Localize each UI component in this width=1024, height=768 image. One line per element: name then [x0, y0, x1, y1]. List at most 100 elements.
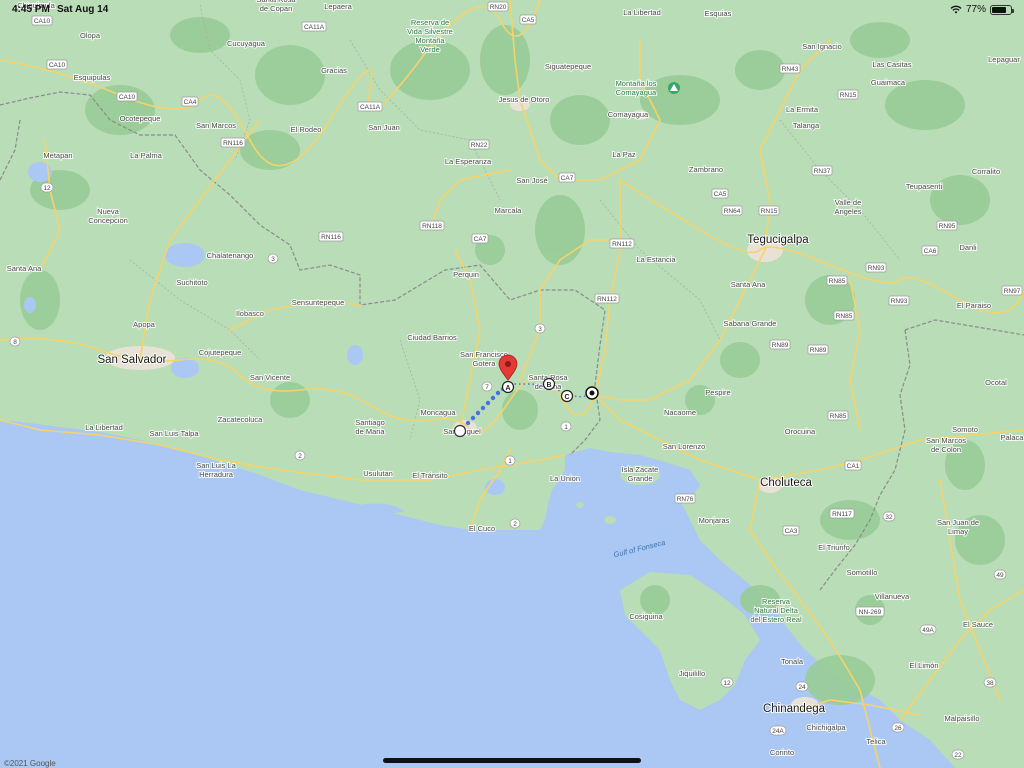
- place-label-san-ignacio[interactable]: San Ignacio: [801, 41, 843, 52]
- place-label-danli[interactable]: Danli: [958, 242, 977, 253]
- place-label-tegucigalpa[interactable]: Tegucigalpa: [746, 233, 810, 247]
- place-label-la-union[interactable]: La Union: [549, 473, 581, 484]
- svg-text:2: 2: [513, 521, 517, 528]
- place-label-san-luis-talpa[interactable]: San Luis Talpa: [148, 428, 200, 439]
- road-shield-rn22: RN22: [468, 139, 490, 150]
- place-label-usulutan[interactable]: Usulutan: [362, 468, 394, 479]
- place-label-nacaome[interactable]: Nacaome: [663, 407, 697, 418]
- place-label-palacag[interactable]: Palaca: [1000, 432, 1024, 443]
- place-label-ocotepeque[interactable]: Ocotepeque: [119, 113, 162, 124]
- route-origin-marker[interactable]: [453, 424, 467, 438]
- place-label-el-limon[interactable]: El Limón: [908, 660, 939, 671]
- place-label-san-luis-herradura[interactable]: San Luis La Herradura: [195, 460, 237, 480]
- place-label-el-cuco[interactable]: El Cuco: [468, 523, 496, 534]
- place-label-talanga[interactable]: Talanga: [792, 120, 821, 131]
- place-label-cosiguina[interactable]: Cosiguina: [628, 611, 664, 622]
- place-label-moncagua[interactable]: Moncagua: [419, 407, 457, 418]
- place-label-el-transito[interactable]: El Tránsito: [411, 470, 448, 481]
- place-label-san-vicente[interactable]: San Vicente: [249, 372, 291, 383]
- place-label-somotillo[interactable]: Somotillo: [846, 567, 879, 578]
- route-destination-marker[interactable]: [585, 386, 599, 400]
- place-label-san-jose[interactable]: San José: [515, 175, 548, 186]
- place-label-ilobasco[interactable]: Ilobasco: [235, 308, 265, 319]
- waypoint-b-marker[interactable]: B: [542, 377, 556, 391]
- place-label-la-esperanza[interactable]: La Esperanza: [444, 156, 493, 167]
- place-label-jiquilillo[interactable]: Jiquilillo: [678, 668, 706, 679]
- place-label-monjaras[interactable]: Monjaras: [698, 515, 731, 526]
- place-label-chalatenango[interactable]: Chalatenango: [206, 250, 255, 261]
- place-label-metapan[interactable]: Metapan: [42, 150, 73, 161]
- waypoint-c-marker[interactable]: C: [560, 389, 574, 403]
- place-label-san-marcos-colon[interactable]: San Marcos de Colon: [925, 435, 967, 455]
- road-shield-r2-b: 2: [509, 518, 521, 529]
- place-label-el-rodeo[interactable]: El Rodeo: [290, 124, 323, 135]
- place-label-santa-ana[interactable]: Santa Ana: [6, 263, 43, 274]
- place-label-el-triunfo[interactable]: El Triunfo: [817, 542, 851, 553]
- road-shield-r1-a: 1: [504, 455, 516, 466]
- home-indicator[interactable]: [383, 758, 641, 763]
- place-label-esquipulas[interactable]: Esquipulas: [73, 72, 112, 83]
- park-icon[interactable]: [668, 82, 680, 94]
- place-label-ocotal[interactable]: Ocotal: [984, 377, 1008, 388]
- place-label-villanueva[interactable]: Villanueva: [874, 591, 911, 602]
- svg-text:CA5: CA5: [714, 191, 727, 198]
- place-label-ciudad-barrios[interactable]: Ciudad Barrios: [406, 332, 458, 343]
- place-label-siguatepeque[interactable]: Siguatepeque: [544, 61, 592, 72]
- road-shield-r32: 32: [882, 511, 896, 522]
- place-label-valle-de-angeles[interactable]: Valle de Angeles: [833, 197, 862, 217]
- place-label-tonala[interactable]: Tonala: [780, 656, 805, 667]
- place-label-marcala[interactable]: Marcala: [494, 205, 524, 216]
- place-label-sensuntepeque[interactable]: Sensuntepeque: [291, 297, 346, 308]
- place-label-malpaisillo[interactable]: Malpaisillo: [943, 713, 980, 724]
- status-bar: 4:45 PM Sat Aug 14 77%: [0, 0, 1024, 18]
- place-label-san-lorenzo[interactable]: San Lorenzo: [662, 441, 707, 452]
- place-label-corralito[interactable]: Corralito: [971, 166, 1001, 177]
- place-label-comayagua[interactable]: Comayagua: [607, 109, 650, 120]
- place-label-la-libertad[interactable]: La Libertad: [84, 422, 124, 433]
- place-label-suchitoto[interactable]: Suchitoto: [175, 277, 208, 288]
- place-label-san-juan[interactable]: San Juan: [367, 122, 401, 133]
- place-label-perquin[interactable]: Perquin: [452, 269, 480, 280]
- map-canvas[interactable]: CA10CA10CA10CA4CA11ACA11ARN116RN116RN20C…: [0, 0, 1024, 768]
- place-label-guaimaca[interactable]: Guaimaca: [870, 77, 907, 88]
- place-label-el-paraiso[interactable]: El Paraiso: [956, 300, 992, 311]
- place-label-gracias[interactable]: Gracias: [320, 65, 348, 76]
- svg-text:RN76: RN76: [677, 496, 694, 503]
- place-label-la-ermita[interactable]: La Ermita: [785, 104, 820, 115]
- place-label-la-palma[interactable]: La Palma: [129, 150, 164, 161]
- svg-text:C: C: [564, 394, 569, 401]
- place-label-la-estancia[interactable]: La Estancia: [635, 254, 677, 265]
- place-label-cojutepeque[interactable]: Cojutepeque: [198, 347, 243, 358]
- place-label-pespire[interactable]: Pespire: [704, 387, 731, 398]
- place-label-las-casitas[interactable]: Las Casitas: [871, 59, 912, 70]
- place-label-chichigalpa[interactable]: Chichigalpa: [805, 722, 847, 733]
- place-label-somoto[interactable]: Somoto: [951, 424, 979, 435]
- place-label-corinto[interactable]: Corinto: [769, 747, 795, 758]
- road-shield-rn15-a: RN15: [758, 205, 780, 216]
- place-label-lepaguare[interactable]: Lepaguar: [987, 54, 1021, 65]
- place-label-sabana-grande[interactable]: Sabana Grande: [723, 318, 778, 329]
- place-label-telica[interactable]: Telica: [865, 736, 887, 747]
- place-label-santa-ana-hn[interactable]: Santa Ana: [730, 279, 767, 290]
- place-label-montana-comayagua[interactable]: Montaña los Comayagua: [615, 78, 658, 98]
- road-shield-r22: 22: [951, 749, 965, 760]
- place-label-teupasenti[interactable]: Teupasenti: [905, 181, 944, 192]
- place-label-santiago-de-maria[interactable]: Santiago de Maria: [354, 417, 386, 437]
- road-shield-ca10-a: CA10: [46, 59, 68, 70]
- place-label-choluteca[interactable]: Choluteca: [759, 476, 813, 490]
- place-label-zambrano[interactable]: Zambrano: [688, 164, 724, 175]
- place-label-san-marcos[interactable]: San Marcos: [195, 120, 237, 131]
- place-label-olopa[interactable]: Olopa: [79, 30, 102, 41]
- place-label-apopa[interactable]: Apopa: [132, 319, 157, 330]
- waypoint-a-marker[interactable]: A: [501, 380, 515, 394]
- place-label-san-salvador[interactable]: San Salvador: [96, 353, 167, 367]
- svg-text:RN117: RN117: [832, 511, 852, 518]
- road-shield-rn76: RN76: [674, 493, 696, 504]
- place-label-zacatecoluca[interactable]: Zacatecoluca: [217, 414, 264, 425]
- place-label-chinandega[interactable]: Chinandega: [762, 702, 827, 716]
- place-label-el-sauce[interactable]: El Sauce: [962, 619, 994, 630]
- place-label-jesus-de-otoro[interactable]: Jesus de Otoro: [498, 94, 551, 105]
- place-label-orocuina[interactable]: Orocuina: [784, 426, 817, 437]
- place-label-la-paz[interactable]: La Paz: [611, 149, 637, 160]
- place-label-cucuyagua[interactable]: Cucuyagua: [226, 38, 267, 49]
